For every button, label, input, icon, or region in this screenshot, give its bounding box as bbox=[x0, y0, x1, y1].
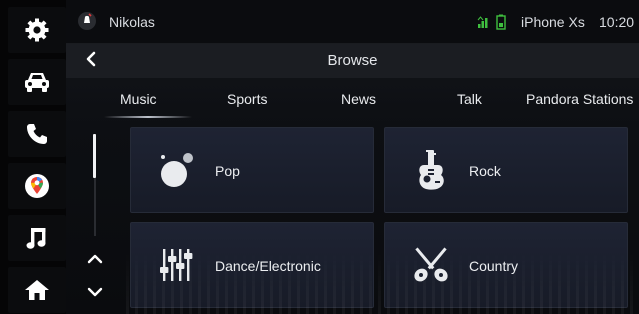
genre-tile-dance-electronic[interactable]: Dance/Electronic bbox=[130, 222, 374, 308]
tab-pandora-stations[interactable]: Pandora Stations bbox=[526, 91, 633, 107]
battery-icon bbox=[496, 14, 506, 35]
maps-button[interactable] bbox=[8, 163, 66, 209]
pop-bubbles-icon bbox=[157, 148, 197, 192]
tab-sports[interactable]: Sports bbox=[227, 91, 267, 107]
user-name: Nikolas bbox=[109, 14, 155, 30]
connected-device-name: iPhone Xs bbox=[521, 14, 585, 30]
title-bar: Browse bbox=[66, 44, 639, 78]
tab-music[interactable]: Music bbox=[120, 91, 157, 107]
electric-guitar-icon bbox=[411, 148, 451, 192]
category-tabs: Music Sports News Talk Pandora Stations bbox=[66, 80, 639, 120]
page-title: Browse bbox=[327, 52, 378, 69]
tile-label: Dance/Electronic bbox=[215, 258, 321, 274]
tile-label: Rock bbox=[469, 163, 501, 179]
scroll-thumb[interactable] bbox=[93, 134, 96, 178]
music-button[interactable] bbox=[8, 215, 66, 261]
tab-news[interactable]: News bbox=[341, 91, 376, 107]
genre-tile-country[interactable]: Country bbox=[384, 222, 628, 308]
chevron-down-icon bbox=[87, 284, 103, 302]
equalizer-sliders-icon bbox=[157, 243, 197, 287]
chevron-up-icon bbox=[87, 251, 103, 269]
genre-tile-rock[interactable]: Rock bbox=[384, 127, 628, 213]
signal-strength-icon bbox=[477, 15, 491, 34]
scroll-up-button[interactable] bbox=[84, 251, 106, 269]
tile-label: Country bbox=[469, 258, 519, 274]
user-profile-icon bbox=[81, 12, 93, 30]
selected-tab-indicator bbox=[104, 116, 192, 118]
home-button[interactable] bbox=[8, 267, 66, 313]
crossed-guitars-icon bbox=[411, 243, 451, 287]
vehicle-button[interactable] bbox=[8, 59, 66, 105]
music-note-icon bbox=[25, 225, 49, 251]
phone-icon bbox=[25, 122, 49, 146]
car-icon bbox=[23, 70, 51, 94]
genre-tile-pop[interactable]: Pop bbox=[130, 127, 374, 213]
gear-icon bbox=[24, 17, 50, 43]
tab-talk[interactable]: Talk bbox=[457, 91, 482, 107]
tile-label: Pop bbox=[215, 163, 240, 179]
phone-button[interactable] bbox=[8, 111, 66, 157]
settings-button[interactable] bbox=[8, 7, 66, 53]
maps-icon bbox=[24, 173, 50, 199]
clock: 10:20 bbox=[599, 14, 635, 30]
left-nav-rail bbox=[0, 0, 66, 314]
home-icon bbox=[24, 278, 50, 302]
scroll-down-button[interactable] bbox=[84, 284, 106, 302]
main-panel: Nikolas iPhone Xs 10:20 Browse Music Spo… bbox=[66, 0, 639, 314]
status-bar: Nikolas iPhone Xs 10:20 bbox=[66, 0, 639, 44]
user-avatar[interactable] bbox=[78, 12, 96, 30]
